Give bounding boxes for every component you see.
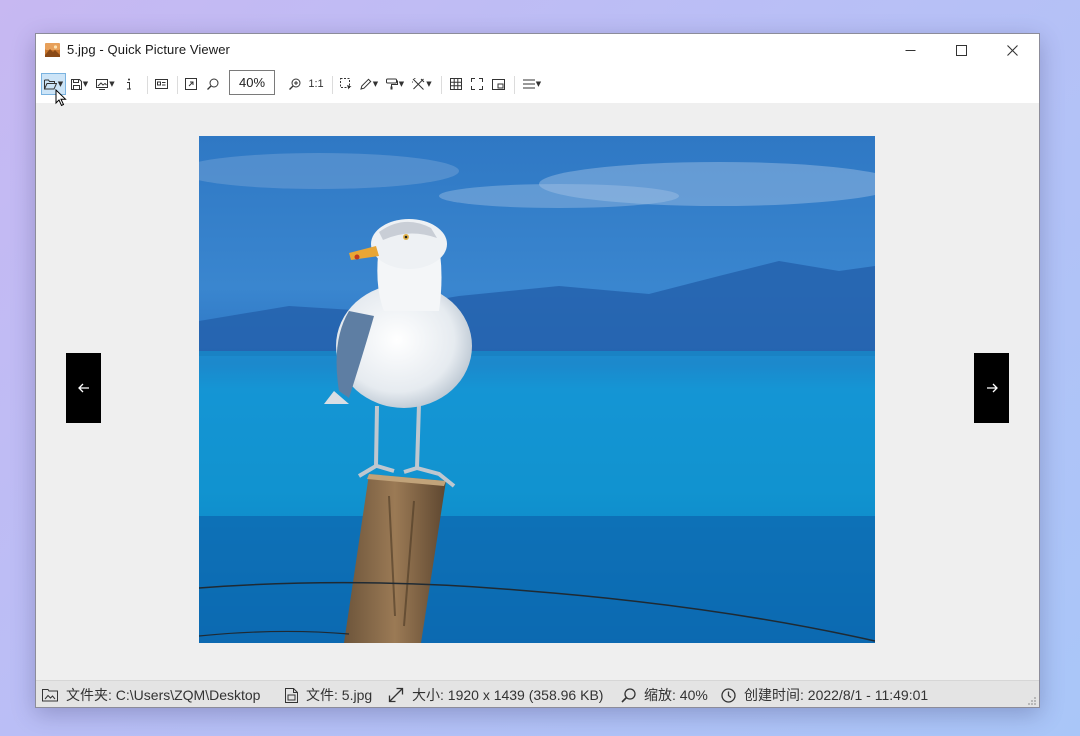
fit-icon [185, 78, 197, 90]
status-created-text: 创建时间: 2022/8/1 - 11:49:01 [744, 687, 929, 703]
file-icon [285, 687, 298, 703]
status-created: 创建时间: 2022/8/1 - 11:49:01 [721, 685, 928, 705]
properties-button[interactable] [151, 73, 171, 95]
status-size-text: 大小: 1920 x 1439 (358.96 KB) [412, 687, 604, 703]
folder-open-icon [43, 79, 57, 89]
grid-icon [450, 78, 462, 90]
dropdown-caret-icon: ▼ [426, 79, 432, 88]
window-title: 5.jpg - Quick Picture Viewer [67, 42, 230, 57]
minimize-button[interactable] [887, 34, 933, 66]
selection-icon [340, 78, 352, 90]
wallpaper-button[interactable]: ▼ [93, 73, 118, 95]
save-button[interactable]: ▼ [68, 73, 91, 95]
status-file[interactable]: 文件: 5.jpg [285, 685, 372, 705]
minimize-icon [905, 49, 915, 51]
zoom-out-button[interactable] [203, 73, 223, 95]
clock-icon [721, 687, 736, 703]
grid-button[interactable] [446, 73, 466, 95]
save-icon [70, 78, 82, 90]
status-folder-text: 文件夹: C:\Users\ZQM\Desktop [66, 687, 261, 703]
app-window: 5.jpg - Quick Picture Viewer ▼ ▼ ▼ 40% 1… [35, 33, 1040, 708]
zoom-icon [621, 687, 636, 703]
info-icon [127, 78, 131, 90]
status-file-text: 文件: 5.jpg [306, 687, 373, 703]
arrow-right-icon [986, 383, 998, 393]
dropdown-caret-icon: ▼ [398, 79, 405, 88]
mini-view-button[interactable] [488, 73, 508, 95]
dropdown-caret-icon: ▼ [535, 79, 542, 88]
toolbar-separator [514, 76, 515, 94]
zoom-out-icon [207, 78, 219, 90]
close-icon [1006, 44, 1018, 56]
zoom-in-icon [289, 78, 301, 90]
menu-button[interactable]: ▼ [519, 73, 545, 95]
zoom-in-button[interactable] [285, 73, 305, 95]
next-image-button[interactable] [974, 353, 1009, 423]
resize-icon [388, 687, 404, 703]
card-icon [154, 79, 168, 89]
title-bar[interactable]: 5.jpg - Quick Picture Viewer [36, 34, 1039, 67]
app-logo-icon [45, 43, 60, 57]
pencil-icon [360, 78, 372, 90]
menu-icon [522, 79, 535, 89]
toolbar-separator [177, 76, 178, 94]
mouse-cursor-icon [55, 89, 67, 107]
dropdown-caret-icon: ▼ [372, 79, 379, 88]
status-zoom-text: 缩放: 40% [644, 687, 708, 703]
previous-image-button[interactable] [66, 353, 101, 423]
status-size: 大小: 1920 x 1439 (358.96 KB) [388, 685, 603, 705]
toolbar-separator [332, 76, 333, 94]
toolbar-separator [147, 76, 148, 94]
select-button[interactable] [337, 73, 355, 95]
maximize-icon [955, 44, 967, 56]
draw-button[interactable]: ▼ [357, 73, 381, 95]
fullscreen-button[interactable] [467, 73, 487, 95]
actual-size-label: 1:1 [308, 78, 324, 90]
tools-button[interactable]: ▼ [409, 73, 435, 95]
dropdown-caret-icon: ▼ [109, 79, 115, 88]
fullscreen-icon [471, 78, 483, 90]
picture-icon [96, 78, 109, 90]
paint-icon [385, 78, 398, 90]
resize-grip-icon[interactable] [1027, 696, 1037, 706]
folder-picture-icon [42, 689, 58, 702]
status-bar: 文件夹: C:\Users\ZQM\Desktop 文件: 5.jpg 大小: … [36, 680, 1039, 707]
dropdown-caret-icon: ▼ [82, 79, 89, 88]
status-folder[interactable]: 文件夹: C:\Users\ZQM\Desktop [42, 685, 260, 705]
picture-in-picture-icon [491, 78, 505, 90]
zoom-level-input[interactable] [229, 70, 275, 95]
toolbar: ▼ ▼ ▼ 1:1 [36, 67, 1039, 103]
toolbar-separator [441, 76, 442, 94]
paint-button[interactable]: ▼ [383, 73, 407, 95]
actual-size-button[interactable]: 1:1 [306, 73, 326, 95]
autozoom-button[interactable] [181, 73, 201, 95]
dropdown-caret-icon: ▼ [57, 79, 64, 88]
seagull-photo[interactable] [199, 136, 875, 643]
status-zoom[interactable]: 缩放: 40% [621, 685, 708, 705]
arrow-left-icon [77, 383, 89, 393]
image-viewport[interactable] [36, 103, 1039, 680]
close-button[interactable] [989, 34, 1035, 66]
maximize-button[interactable] [938, 34, 984, 66]
tools-icon [412, 78, 425, 90]
info-button[interactable] [121, 73, 137, 95]
